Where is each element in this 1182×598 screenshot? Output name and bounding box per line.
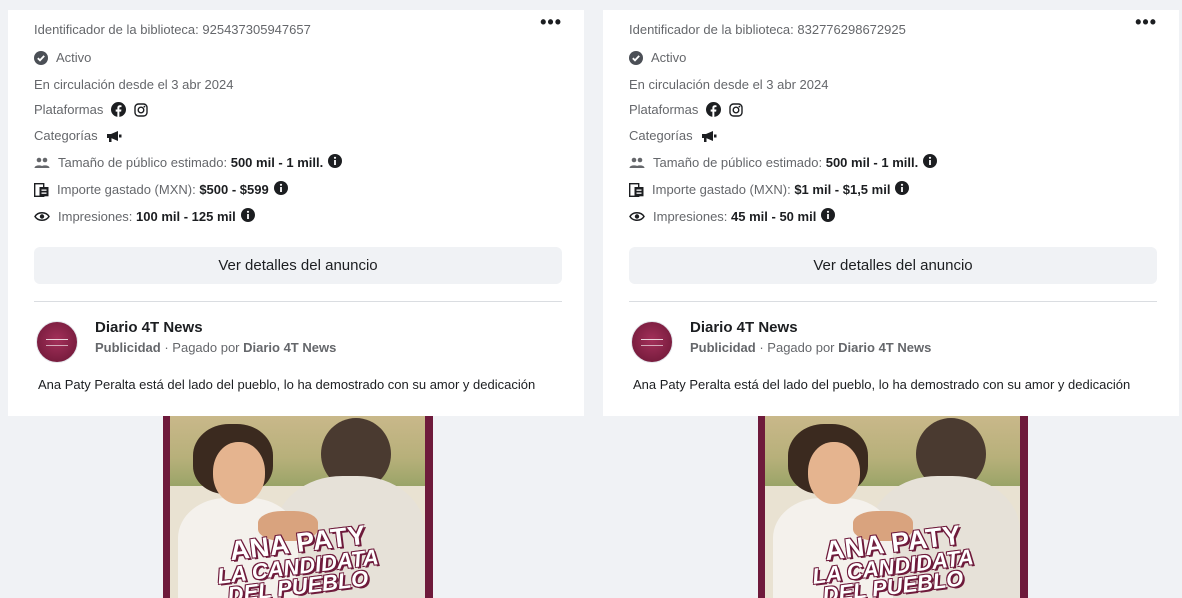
more-options-button[interactable]: ••• [540, 13, 562, 31]
audience-value: 500 mil - 1 mill. [825, 155, 919, 170]
see-ad-details-button[interactable]: Ver detalles del anuncio [629, 247, 1157, 284]
ad-label: Publicidad [690, 340, 756, 355]
people-icon [629, 157, 645, 169]
advertiser-name[interactable]: Diario 4T News [690, 319, 798, 336]
status-label: Activo [56, 50, 92, 65]
spend-value: $1 mil - $1,5 mil [794, 182, 891, 197]
impressions-row: Impresiones: 100 mil - 125 mil [34, 208, 255, 225]
info-icon[interactable] [328, 154, 343, 171]
categories-row: Categorías [34, 128, 130, 143]
ad-image[interactable]: ANA PATY LA CANDIDATA DEL PUEBLO [758, 416, 1028, 598]
check-circle-icon [629, 50, 643, 65]
ad-media: ANA PATY LA CANDIDATA DEL PUEBLO [8, 416, 584, 598]
status-row: Activo [34, 50, 91, 65]
status-label: Activo [651, 50, 687, 65]
categories-row: Categorías [629, 128, 725, 143]
ad-label: Publicidad [95, 340, 161, 355]
impressions-label: Impresiones: [653, 209, 732, 224]
library-id: Identificador de la biblioteca: 83277629… [629, 22, 906, 37]
ad-body-text: Ana Paty Peralta está del lado del puebl… [633, 377, 1131, 392]
money-icon [34, 182, 49, 197]
platforms-label: Plataformas [34, 102, 104, 117]
categories-label: Categorías [629, 128, 693, 143]
categories-label: Categorías [34, 128, 98, 143]
library-id: Identificador de la biblioteca: 92543730… [34, 22, 311, 37]
audience-row: Tamaño de público estimado: 500 mil - 1 … [34, 154, 343, 171]
paid-by-label: · Pagado por [755, 340, 839, 355]
sponsored-line: Publicidad · Pagado por Diario 4T News [95, 340, 336, 355]
audience-label: Tamaño de público estimado: [58, 155, 231, 170]
impressions-label: Impresiones: [58, 209, 137, 224]
advertiser-avatar[interactable] [631, 321, 673, 363]
info-icon[interactable] [273, 181, 288, 198]
ad-card: Identificador de la biblioteca: 92543730… [8, 10, 584, 598]
money-icon [629, 182, 644, 197]
spend-value: $500 - $599 [199, 182, 269, 197]
sponsored-line: Publicidad · Pagado por Diario 4T News [690, 340, 931, 355]
spend-label: Importe gastado (MXN): [652, 182, 795, 197]
audience-row: Tamaño de público estimado: 500 mil - 1 … [629, 154, 938, 171]
facebook-icon [706, 102, 722, 117]
status-row: Activo [629, 50, 686, 65]
ad-media: ANA PATY LA CANDIDATA DEL PUEBLO [603, 416, 1179, 598]
ad-image[interactable]: ANA PATY LA CANDIDATA DEL PUEBLO [163, 416, 433, 598]
impressions-row: Impresiones: 45 mil - 50 mil [629, 208, 836, 225]
ad-body-text: Ana Paty Peralta está del lado del puebl… [38, 377, 536, 392]
megaphone-icon [701, 130, 717, 142]
info-icon[interactable] [895, 181, 910, 198]
more-options-button[interactable]: ••• [1135, 13, 1157, 31]
paid-by-name: Diario 4T News [838, 340, 932, 355]
eye-icon [629, 211, 645, 222]
info-icon[interactable] [923, 154, 938, 171]
platforms-label: Plataformas [629, 102, 699, 117]
eye-icon [34, 211, 50, 222]
platforms-row: Plataformas [629, 102, 751, 117]
spend-row: Importe gastado (MXN): $500 - $599 [34, 181, 288, 198]
paid-by-label: · Pagado por [160, 340, 244, 355]
see-ad-details-button[interactable]: Ver detalles del anuncio [34, 247, 562, 284]
audience-label: Tamaño de público estimado: [653, 155, 826, 170]
info-icon[interactable] [240, 208, 255, 225]
people-icon [34, 157, 50, 169]
check-circle-icon [34, 50, 48, 65]
info-icon[interactable] [821, 208, 836, 225]
divider [629, 301, 1157, 302]
platforms-row: Plataformas [34, 102, 156, 117]
advertiser-avatar[interactable] [36, 321, 78, 363]
paid-by-name: Diario 4T News [243, 340, 337, 355]
instagram-icon [134, 102, 149, 117]
running-since: En circulación desde el 3 abr 2024 [629, 77, 829, 92]
spend-row: Importe gastado (MXN): $1 mil - $1,5 mil [629, 181, 910, 198]
impressions-value: 100 mil - 125 mil [136, 209, 236, 224]
ad-card: Identificador de la biblioteca: 83277629… [603, 10, 1179, 598]
divider [34, 301, 562, 302]
audience-value: 500 mil - 1 mill. [230, 155, 324, 170]
megaphone-icon [106, 130, 122, 142]
impressions-value: 45 mil - 50 mil [731, 209, 817, 224]
instagram-icon [729, 102, 744, 117]
running-since: En circulación desde el 3 abr 2024 [34, 77, 234, 92]
advertiser-name[interactable]: Diario 4T News [95, 319, 203, 336]
facebook-icon [111, 102, 127, 117]
spend-label: Importe gastado (MXN): [57, 182, 200, 197]
